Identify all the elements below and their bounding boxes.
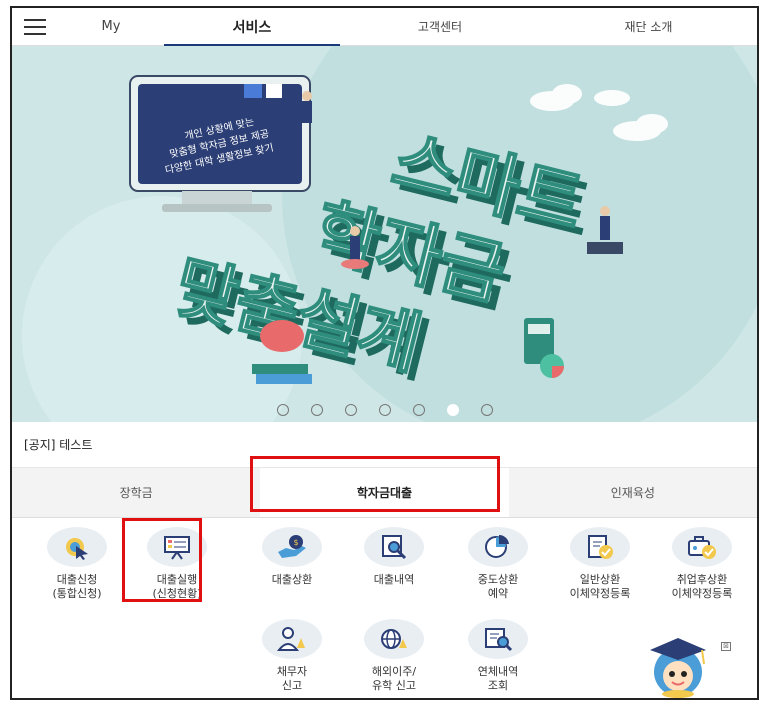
service-emigration-study-abroad-report[interactable]: 해외이주/ 유학 신고: [342, 619, 446, 693]
notice-text[interactable]: [공지] 테스트: [24, 436, 92, 453]
service-label: 취업후상환 이체약정등록: [671, 573, 733, 600]
pagination-dot[interactable]: [480, 404, 493, 416]
document-check-icon: [570, 527, 630, 567]
pagination-dot[interactable]: [310, 404, 323, 416]
list-search-icon: [468, 619, 528, 659]
slide-pagination: [12, 404, 757, 416]
service-label: 대출실행 (신청현황): [152, 573, 202, 600]
notice-bar[interactable]: [공지] 테스트: [12, 422, 757, 468]
hamburger-icon[interactable]: [12, 8, 58, 46]
mascot-graduate-icon[interactable]: [644, 636, 712, 698]
service-label: 연체내역 조회: [477, 665, 519, 692]
pagination-dot[interactable]: [446, 404, 459, 416]
service-label: 채무자 신고: [276, 665, 308, 692]
banner-illustration: 개인 상황에 맞는 맞춤형 학자금 정보 제공 다양한 대학 생활정보 찾기 스…: [22, 46, 757, 422]
tab-scholarship[interactable]: 장학금: [12, 468, 260, 517]
magnifier-document-icon: [364, 527, 424, 567]
cursor-click-icon: [47, 527, 107, 567]
service-loan-application[interactable]: 대출신청 (통합신청): [25, 527, 129, 601]
globe-alert-icon: [364, 619, 424, 659]
tab-foundation-intro[interactable]: 재단 소개: [540, 8, 757, 46]
tab-student-loan[interactable]: 학자금대출: [260, 468, 509, 517]
service-label: 대출상환: [271, 573, 313, 586]
service-loan-history[interactable]: 대출내역: [342, 527, 446, 587]
service-loan-repayment[interactable]: $ 대출상환: [240, 527, 344, 587]
service-early-repayment[interactable]: 중도상환 예약: [446, 527, 550, 601]
service-label: 대출신청 (통합신청): [52, 573, 102, 600]
category-tabs: 장학금 학자금대출 인재육성: [12, 468, 757, 518]
service-label: 해외이주/ 유학 신고: [371, 665, 417, 692]
svg-text:$: $: [293, 538, 298, 547]
service-label: 일반상환 이체약정등록: [569, 573, 631, 600]
close-icon[interactable]: ⊠: [721, 642, 731, 651]
pagination-dot[interactable]: [378, 404, 391, 416]
service-loan-execution[interactable]: 대출실행 (신청현황): [125, 527, 229, 601]
service-debtor-report[interactable]: 채무자 신고: [240, 619, 344, 693]
pagination-dot[interactable]: [412, 404, 425, 416]
service-label: 대출내역: [373, 573, 415, 586]
app-frame: My 서비스 고객센터 재단 소개 개인 상황에 맞는 맞춤형 학자금 정보 제…: [10, 6, 759, 700]
service-overdue-history[interactable]: 연체내역 조회: [446, 619, 550, 693]
pie-chart-icon: [468, 527, 528, 567]
promo-banner[interactable]: 개인 상황에 맞는 맞춤형 학자금 정보 제공 다양한 대학 생활정보 찾기 스…: [12, 46, 757, 422]
presentation-board-icon: [147, 527, 207, 567]
top-nav: My 서비스 고객센터 재단 소개: [12, 8, 757, 47]
money-bag-hand-icon: $: [262, 527, 322, 567]
service-label: 중도상환 예약: [477, 573, 519, 600]
tab-customer-center[interactable]: 고객센터: [340, 8, 540, 46]
pagination-dot[interactable]: [344, 404, 357, 416]
tab-service[interactable]: 서비스: [164, 8, 340, 47]
tab-my[interactable]: My: [58, 8, 164, 46]
briefcase-check-icon: [672, 527, 732, 567]
service-post-employment-transfer-agreement[interactable]: 취업후상환 이체약정등록: [650, 527, 754, 601]
service-general-transfer-agreement[interactable]: 일반상환 이체약정등록: [548, 527, 652, 601]
tab-talent-development[interactable]: 인재육성: [509, 468, 757, 517]
pagination-dot[interactable]: [276, 404, 289, 416]
person-alert-icon: [262, 619, 322, 659]
